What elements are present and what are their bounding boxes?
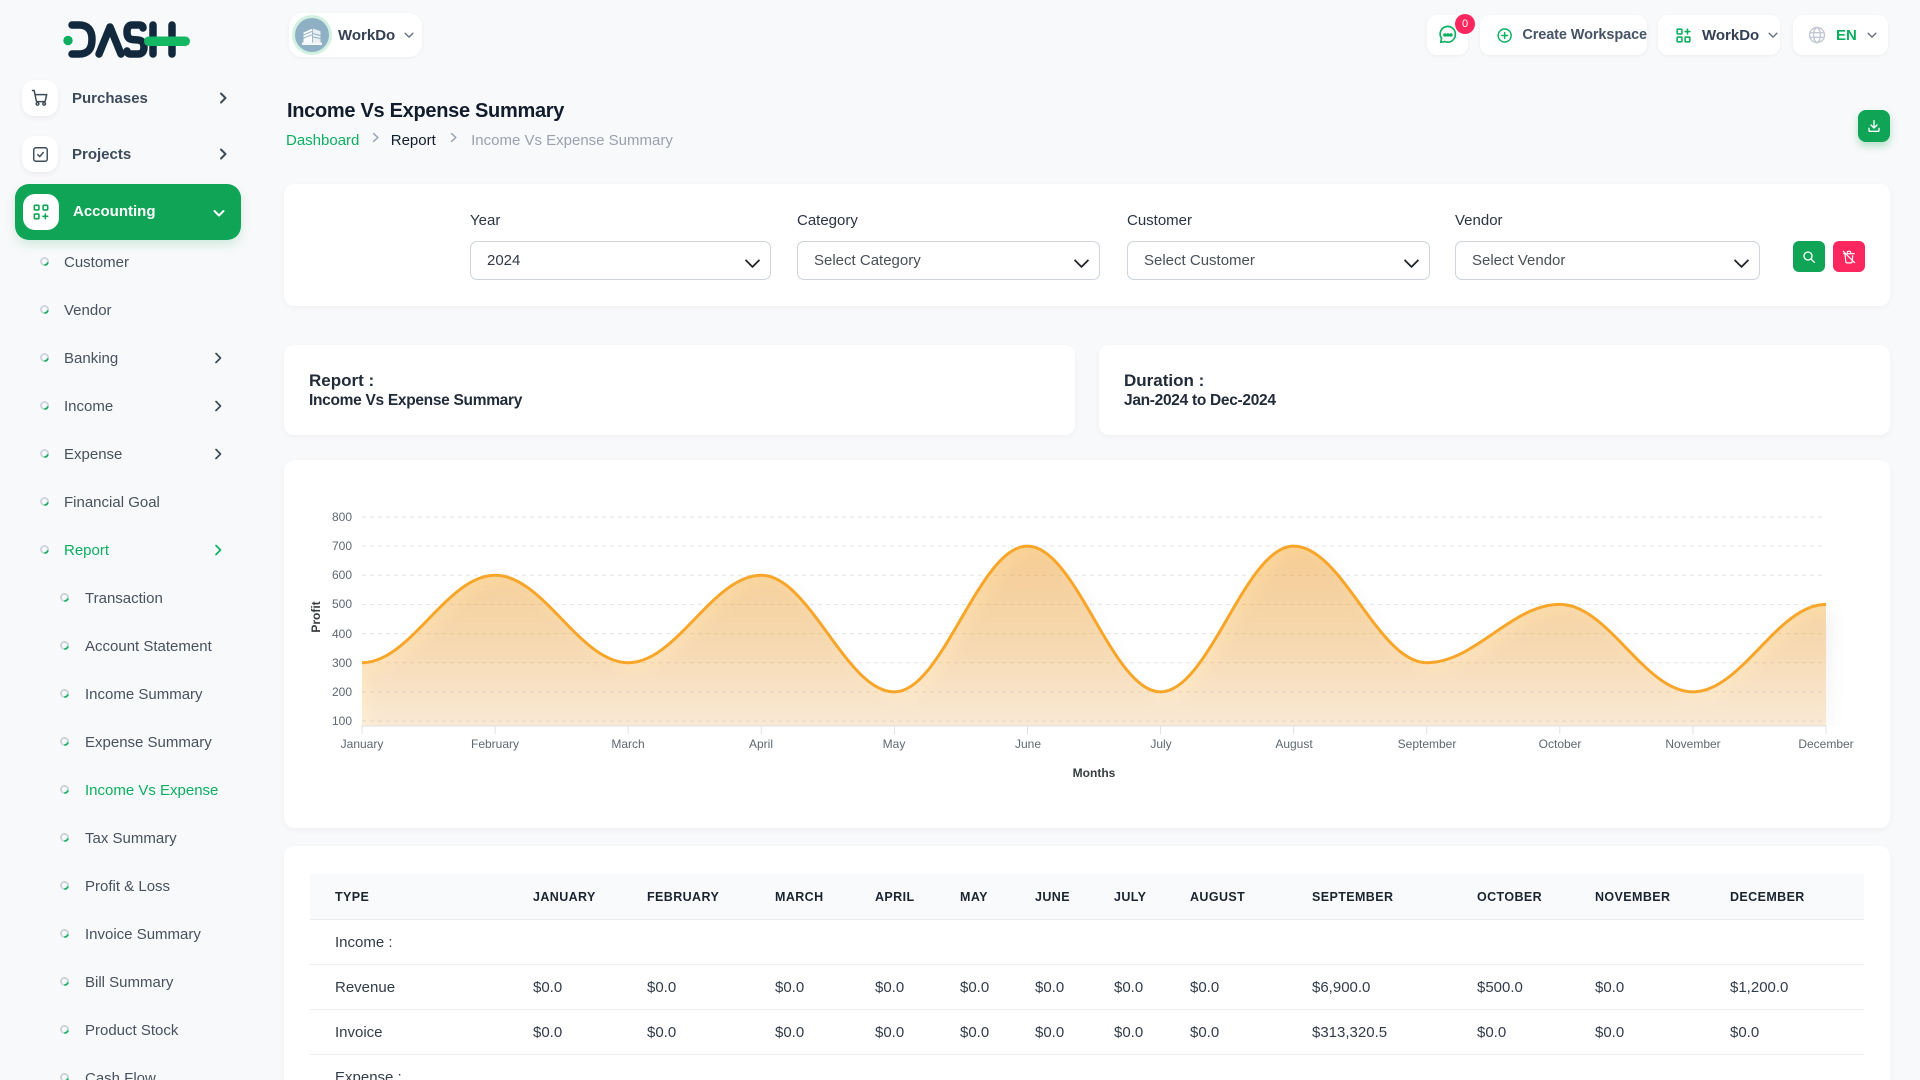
svg-text:April: April: [749, 737, 773, 751]
svg-text:February: February: [471, 737, 519, 751]
svg-text:November: November: [1665, 737, 1720, 751]
svg-text:May: May: [883, 737, 906, 751]
svg-text:July: July: [1150, 737, 1171, 751]
svg-text:200: 200: [332, 685, 352, 699]
svg-text:300: 300: [332, 656, 352, 670]
svg-text:800: 800: [332, 510, 352, 524]
svg-text:500: 500: [332, 597, 352, 611]
svg-text:600: 600: [332, 568, 352, 582]
svg-text:Months: Months: [1073, 766, 1116, 780]
svg-text:400: 400: [332, 627, 352, 641]
svg-text:October: October: [1539, 737, 1582, 751]
svg-text:March: March: [611, 737, 644, 751]
svg-text:September: September: [1398, 737, 1457, 751]
svg-text:August: August: [1275, 737, 1313, 751]
svg-text:100: 100: [332, 714, 352, 728]
svg-text:December: December: [1798, 737, 1853, 751]
svg-text:Profit: Profit: [309, 601, 323, 632]
svg-text:January: January: [341, 737, 384, 751]
svg-text:700: 700: [332, 539, 352, 553]
svg-text:June: June: [1015, 737, 1041, 751]
